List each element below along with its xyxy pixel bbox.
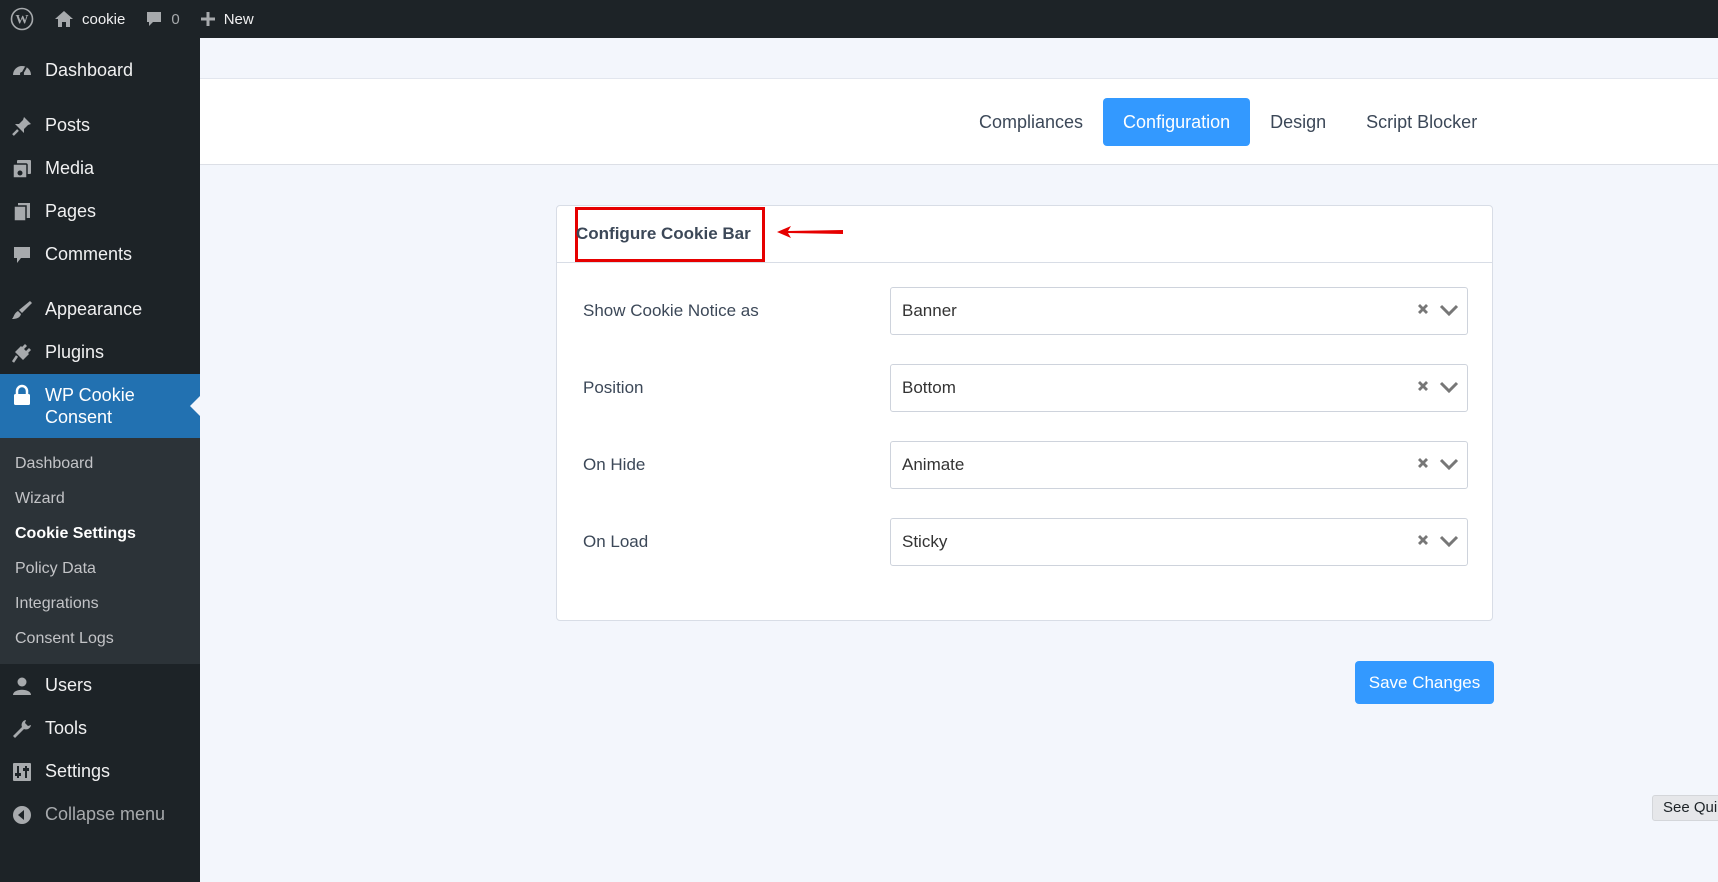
field-label: Show Cookie Notice as (583, 301, 759, 320)
sidebar-item-label: Settings (45, 761, 111, 781)
admin-bar: W cookie 0 New (0, 0, 1718, 38)
chevron-down-icon[interactable] (1439, 456, 1459, 472)
submenu-cookie-settings[interactable]: Cookie Settings (0, 516, 200, 551)
admin-sidebar: Dashboard Posts Media Pages Comments App… (0, 38, 200, 882)
new-content-link[interactable]: New (190, 0, 264, 38)
select-value: Banner (902, 301, 957, 320)
sidebar-item-label: Pages (45, 201, 97, 221)
sidebar-item-label: Tools (45, 718, 88, 738)
configure-cookie-bar-card: Configure Cookie Bar Show Cookie Notice … (556, 205, 1493, 621)
sidebar-item-media[interactable]: Media (0, 147, 200, 190)
red-arrow-annotation (777, 226, 843, 238)
tab-configuration[interactable]: Configuration (1103, 98, 1251, 146)
sidebar-item-label: Dashboard (45, 60, 134, 80)
sidebar-item-label: Posts (45, 115, 91, 135)
chevron-down-icon[interactable] (1439, 302, 1459, 318)
sidebar-item-tools[interactable]: Tools (0, 707, 200, 750)
sidebar-item-label: Plugins (45, 342, 105, 362)
lock-icon (11, 384, 33, 406)
plus-icon (200, 11, 216, 27)
sidebar-item-wp-cookie-consent[interactable]: WP Cookie Consent (0, 374, 200, 438)
new-label: New (223, 10, 254, 28)
collapse-menu-button[interactable]: Collapse menu (0, 793, 200, 836)
comments-link[interactable]: 0 (135, 0, 189, 38)
field-label: On Load (583, 532, 649, 551)
sidebar-item-posts[interactable]: Posts (0, 104, 200, 147)
tab-compliances[interactable]: Compliances (959, 98, 1103, 146)
brush-icon (11, 299, 33, 321)
sidebar-item-label: Comments (45, 244, 133, 264)
sidebar-item-comments[interactable]: Comments (0, 233, 200, 276)
chevron-down-icon[interactable] (1439, 379, 1459, 395)
submenu-integrations[interactable]: Integrations (0, 586, 200, 621)
sidebar-item-appearance[interactable]: Appearance (0, 288, 200, 331)
submenu-dashboard[interactable]: Dashboard (0, 446, 200, 481)
svg-text:W: W (16, 12, 29, 27)
sidebar-item-users[interactable]: Users (0, 664, 200, 707)
pin-icon (11, 115, 33, 137)
comments-count: 0 (171, 10, 180, 28)
settings-icon (11, 761, 33, 783)
clear-icon[interactable] (1415, 378, 1431, 394)
chevron-down-icon[interactable] (1439, 533, 1459, 549)
select-value: Sticky (902, 532, 948, 551)
collapse-icon (11, 804, 33, 826)
sidebar-item-label: Collapse menu (45, 804, 166, 824)
sidebar-item-label: WP Cookie Consent (45, 385, 135, 427)
dashboard-icon (11, 60, 33, 82)
media-icon (11, 158, 33, 180)
position-select[interactable]: Bottom (890, 364, 1468, 412)
tab-design[interactable]: Design (1250, 98, 1346, 146)
clear-icon[interactable] (1415, 301, 1431, 317)
see-quick-tab[interactable]: See Qui (1652, 795, 1718, 821)
sidebar-item-dashboard[interactable]: Dashboard (0, 49, 200, 92)
card-header: Configure Cookie Bar (557, 206, 1492, 263)
clear-icon[interactable] (1415, 532, 1431, 548)
home-icon (54, 10, 74, 28)
clear-icon[interactable] (1415, 455, 1431, 471)
field-label: Position (583, 378, 644, 397)
submenu-consent-logs[interactable]: Consent Logs (0, 621, 200, 656)
save-changes-button[interactable]: Save Changes (1355, 661, 1494, 704)
on-load-select[interactable]: Sticky (890, 518, 1468, 566)
wordpress-logo-icon: W (10, 7, 34, 31)
sidebar-item-label: Media (45, 158, 95, 178)
sidebar-item-settings[interactable]: Settings (0, 750, 200, 793)
cookie-consent-submenu: Dashboard Wizard Cookie Settings Policy … (0, 438, 200, 664)
user-icon (11, 675, 33, 697)
pages-icon (11, 201, 33, 223)
form-row-show-cookie-notice: Show Cookie Notice as Banner (557, 287, 1494, 335)
card-title: Configure Cookie Bar (576, 224, 751, 243)
submenu-wizard[interactable]: Wizard (0, 481, 200, 516)
plug-icon (11, 342, 33, 364)
field-label: On Hide (583, 455, 646, 474)
form-row-on-load: On Load Sticky (557, 518, 1494, 566)
tab-script-blocker[interactable]: Script Blocker (1346, 98, 1497, 146)
settings-tabs: Compliances Configuration Design Script … (959, 98, 1497, 146)
wrench-icon (11, 718, 33, 740)
form-row-on-hide: On Hide Animate (557, 441, 1494, 489)
form-row-position: Position Bottom (557, 364, 1494, 412)
sidebar-item-label: Appearance (45, 299, 143, 319)
wordpress-logo-button[interactable]: W (0, 0, 44, 38)
comment-icon (11, 244, 33, 266)
sidebar-item-pages[interactable]: Pages (0, 190, 200, 233)
sidebar-item-plugins[interactable]: Plugins (0, 331, 200, 374)
comment-bubble-icon (145, 10, 163, 28)
select-value: Animate (902, 455, 965, 474)
submenu-policy-data[interactable]: Policy Data (0, 551, 200, 586)
on-hide-select[interactable]: Animate (890, 441, 1468, 489)
sidebar-item-label: Users (45, 675, 93, 695)
settings-tab-bar: Compliances Configuration Design Script … (200, 78, 1718, 165)
site-name: cookie (82, 10, 126, 28)
select-value: Bottom (902, 378, 956, 397)
site-name-link[interactable]: cookie (44, 0, 135, 38)
show-cookie-notice-select[interactable]: Banner (890, 287, 1468, 335)
